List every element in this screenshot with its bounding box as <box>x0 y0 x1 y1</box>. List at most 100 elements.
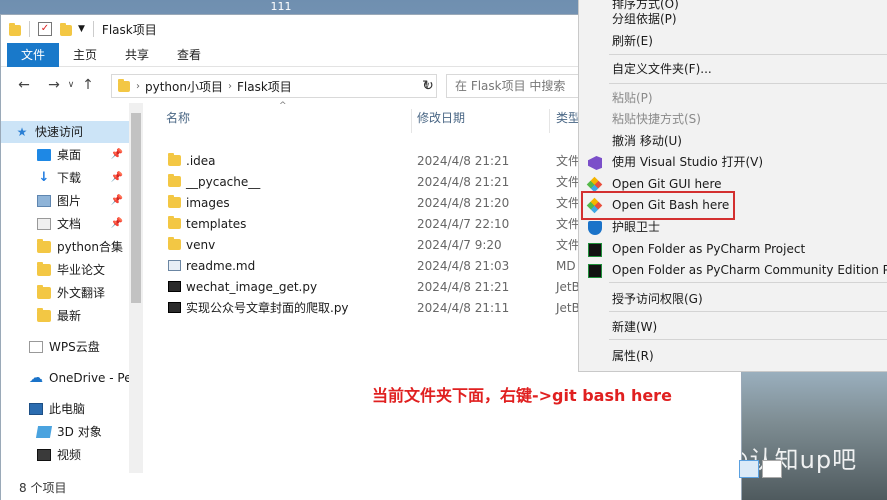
file-date: 2024/4/7 9:20 <box>417 237 502 252</box>
breadcrumb-flask[interactable]: Flask项目 <box>237 78 292 95</box>
sidebar-item-translation[interactable]: 外文翻译 <box>1 282 129 304</box>
sidebar-item-pictures[interactable]: 图片 📌 <box>1 190 129 212</box>
onedrive-icon: ☁ <box>29 370 43 386</box>
menu-item[interactable]: 属性(R) <box>579 346 887 367</box>
column-divider[interactable] <box>411 109 412 133</box>
back-button[interactable]: ← <box>13 77 35 93</box>
sidebar-item-label: 文档 <box>57 217 82 231</box>
sidebar-item-desktop[interactable]: 桌面 📌 <box>1 144 129 166</box>
sidebar-item-this-pc[interactable]: 此电脑 <box>1 398 129 420</box>
file-row[interactable]: images 2024/4/8 21:20 文件 <box>146 192 581 213</box>
tab-file[interactable]: 文件 <box>7 43 60 67</box>
menu-separator <box>609 83 887 84</box>
menu-item-label: 粘贴快捷方式(S) <box>612 112 701 126</box>
column-header-date[interactable]: 修改日期 <box>417 103 465 133</box>
download-icon: ↓ <box>38 170 50 185</box>
refresh-icon[interactable]: ↻ <box>419 74 437 98</box>
menu-item-label: 粘贴(P) <box>612 91 653 105</box>
wps-cloud-icon <box>29 341 43 353</box>
sidebar-item-thesis[interactable]: 毕业论文 <box>1 259 129 281</box>
sidebar-item-documents[interactable]: 文档 📌 <box>1 213 129 235</box>
sidebar-item-downloads[interactable]: ↓ 下载 📌 <box>1 167 129 189</box>
folder-icon <box>37 285 51 299</box>
sidebar-item-label: 此电脑 <box>49 402 86 416</box>
sidebar-item-python-collection[interactable]: python合集 <box>1 236 129 258</box>
folder-icon <box>37 239 51 253</box>
menu-separator <box>609 54 887 55</box>
tab-view[interactable]: 查看 <box>163 43 215 67</box>
file-name: 实现公众号文章封面的爬取.py <box>186 301 349 315</box>
sidebar-item-videos[interactable]: 视频 <box>1 444 129 466</box>
search-input[interactable]: 在 Flask项目 中搜索 <box>446 74 581 98</box>
column-divider[interactable] <box>549 109 550 133</box>
chevron-right-icon[interactable]: › <box>136 81 140 92</box>
folder-icon <box>168 237 181 250</box>
file-type: 文件 <box>556 217 581 231</box>
menu-item-label: Open Folder as PyCharm Community Edition… <box>612 263 887 277</box>
recent-locations-icon[interactable]: ∨ <box>65 80 77 90</box>
details-view-button[interactable] <box>739 460 759 478</box>
menu-item-label: Open Folder as PyCharm Project <box>612 242 806 256</box>
menu-separator <box>609 339 887 340</box>
file-row[interactable]: venv 2024/4/7 9:20 文件 <box>146 234 581 255</box>
file-row[interactable]: readme.md 2024/4/8 21:03 MD <box>146 255 581 276</box>
desktop-label: 111 <box>270 0 292 13</box>
menu-item[interactable]: 刷新(E) <box>579 31 887 52</box>
menu-item-label: 分组依据(P) <box>612 12 677 26</box>
menu-item[interactable]: Open Folder as PyCharm Project <box>579 239 887 260</box>
menu-item: 粘贴(P) <box>579 88 887 109</box>
file-row[interactable]: __pycache__ 2024/4/8 21:21 文件 <box>146 171 581 192</box>
menu-item-label: 使用 Visual Studio 打开(V) <box>612 155 764 169</box>
visual-studio-icon <box>588 156 602 170</box>
up-button[interactable]: ↑ <box>77 77 99 93</box>
sidebar-item-label: 最新 <box>57 309 82 323</box>
properties-icon[interactable]: ✓ <box>38 22 52 36</box>
tab-share[interactable]: 共享 <box>111 43 163 67</box>
star-icon: ★ <box>16 125 28 139</box>
forward-button[interactable]: → <box>43 77 65 93</box>
file-type: 文件 <box>556 154 581 168</box>
sidebar-item-wps-cloud[interactable]: WPS云盘 <box>1 336 129 358</box>
sidebar-scrollbar[interactable] <box>129 103 143 473</box>
file-row[interactable]: templates 2024/4/7 22:10 文件 <box>146 213 581 234</box>
menu-separator <box>609 282 887 283</box>
file-row[interactable]: wechat_image_get.py 2024/4/8 21:21 JetB <box>146 276 581 297</box>
new-folder-icon[interactable] <box>60 22 72 36</box>
file-date: 2024/4/7 22:10 <box>417 216 510 231</box>
menu-item[interactable]: 撤消 移动(U) <box>579 131 887 152</box>
shield-icon <box>588 221 602 235</box>
file-row[interactable]: .idea 2024/4/8 21:21 文件 <box>146 150 581 171</box>
menu-item[interactable]: 新建(W) <box>579 317 887 338</box>
desktop-icon <box>37 149 51 161</box>
large-icons-view-button[interactable] <box>762 460 782 478</box>
sidebar-item-latest[interactable]: 最新 <box>1 305 129 327</box>
sidebar-item-label: 图片 <box>57 194 82 208</box>
menu-item[interactable]: 使用 Visual Studio 打开(V) <box>579 152 887 173</box>
videos-icon <box>37 449 51 461</box>
sidebar-item-3d-objects[interactable]: 3D 对象 <box>1 421 129 443</box>
breadcrumb-python[interactable]: python小项目 <box>145 78 223 95</box>
file-date: 2024/4/8 21:21 <box>417 153 510 168</box>
menu-item[interactable]: Open Folder as PyCharm Community Edition… <box>579 260 887 281</box>
sidebar-item-quick-access[interactable]: ★ 快速访问 <box>1 121 129 143</box>
column-header-type[interactable]: 类型 <box>556 103 580 133</box>
file-row[interactable]: 实现公众号文章封面的爬取.py 2024/4/8 21:11 JetB <box>146 297 581 318</box>
sidebar-item-label: 下载 <box>57 171 82 185</box>
column-header-name[interactable]: 名称 <box>166 103 190 133</box>
menu-item-label: 授予访问权限(G) <box>612 292 703 306</box>
tab-home[interactable]: 主页 <box>59 43 111 67</box>
chevron-right-icon[interactable]: › <box>228 81 232 92</box>
sidebar-item-label: 快速访问 <box>35 125 84 139</box>
address-bar[interactable]: › python小项目 › Flask项目 ∨ <box>111 74 437 98</box>
scrollbar-thumb[interactable] <box>131 113 141 303</box>
sidebar-item-onedrive[interactable]: ☁ OneDrive - Per <box>1 367 129 389</box>
customize-toolbar-icon[interactable]: ▼ <box>78 24 85 34</box>
menu-item[interactable]: 分组依据(P) <box>579 9 887 30</box>
menu-item[interactable]: 自定义文件夹(F)... <box>579 59 887 80</box>
menu-item[interactable]: 授予访问权限(G) <box>579 289 887 310</box>
pin-icon: 📌 <box>110 149 123 160</box>
menu-item-label: 新建(W) <box>612 320 658 334</box>
menu-item[interactable]: 护眼卫士 <box>579 217 887 238</box>
file-list: ^ 名称 修改日期 类型 .idea 2024/4/8 21:21 文件 __pyca… <box>146 101 581 473</box>
git-icon <box>586 176 603 193</box>
